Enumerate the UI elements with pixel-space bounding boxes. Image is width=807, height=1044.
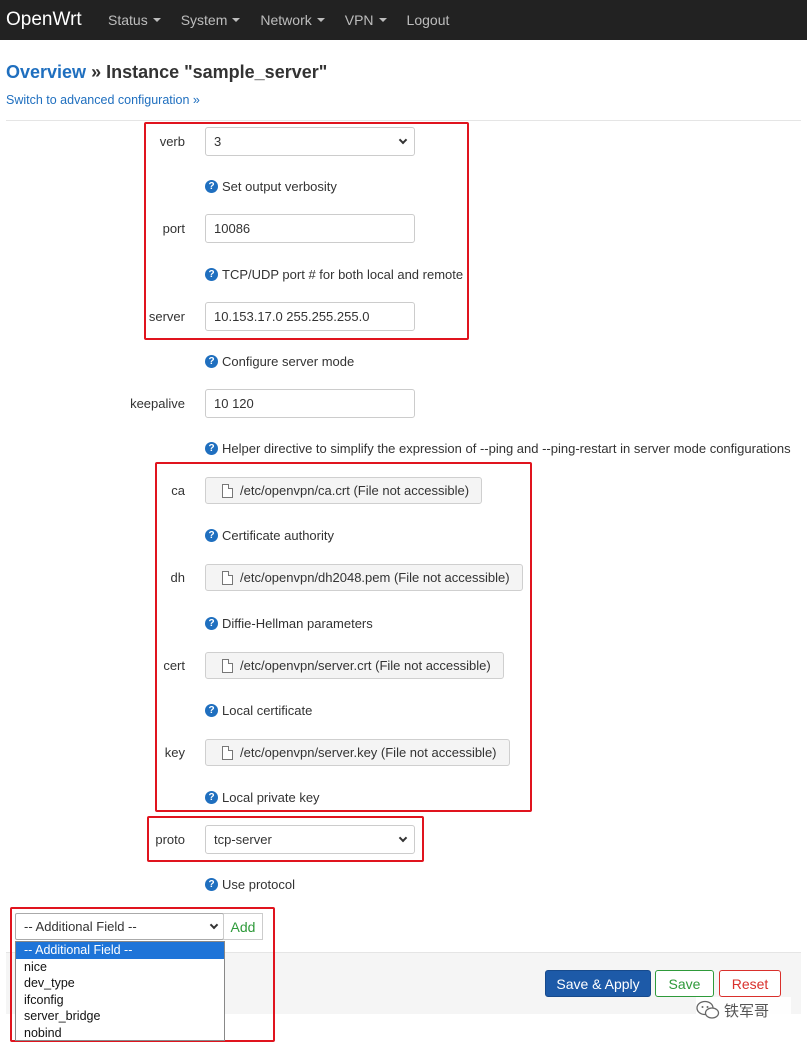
help-icon: ? xyxy=(205,878,218,891)
nav-system-label: System xyxy=(180,12,228,28)
dropdown-option[interactable]: nice xyxy=(16,959,224,976)
caret-down-icon xyxy=(152,18,161,22)
nav-network[interactable]: Network xyxy=(260,12,325,28)
reset-button[interactable]: Reset xyxy=(719,970,781,997)
help-icon: ? xyxy=(205,791,218,804)
cert-help: ? Local certificate xyxy=(205,703,312,718)
cert-file-button[interactable]: /etc/openvpn/server.crt (File not access… xyxy=(205,652,504,679)
nav-status[interactable]: Status xyxy=(108,12,161,28)
divider xyxy=(6,120,801,121)
help-icon: ? xyxy=(205,442,218,455)
keepalive-label: keepalive xyxy=(130,396,185,411)
port-value: 10086 xyxy=(214,221,251,236)
dropdown-option[interactable]: nobind xyxy=(16,1025,224,1042)
proto-help-text: Use protocol xyxy=(222,877,295,892)
keepalive-input[interactable]: 10 120 xyxy=(205,389,415,418)
keepalive-help: ? Helper directive to simplify the expre… xyxy=(205,441,791,456)
cert-file-path: /etc/openvpn/server.crt (File not access… xyxy=(240,658,491,673)
chevron-down-icon xyxy=(398,833,408,842)
dropdown-option[interactable]: -- Additional Field -- xyxy=(16,942,224,959)
dropdown-option[interactable]: server_bridge xyxy=(16,1008,224,1025)
additional-field-select[interactable]: -- Additional Field -- xyxy=(15,913,224,940)
chevron-down-icon xyxy=(398,135,408,144)
verb-select[interactable]: 3 xyxy=(205,127,415,156)
page-title: Overview » Instance "sample_server" xyxy=(6,62,327,83)
watermark: 铁军哥 xyxy=(696,997,791,1023)
breadcrumb-overview-link[interactable]: Overview xyxy=(6,62,86,82)
caret-down-icon xyxy=(232,18,241,22)
caret-down-icon xyxy=(378,18,387,22)
server-help-text: Configure server mode xyxy=(222,354,355,369)
port-input[interactable]: 10086 xyxy=(205,214,415,243)
server-help: ? Configure server mode xyxy=(205,354,354,369)
key-help-text: Local private key xyxy=(222,790,320,805)
advanced-config-link[interactable]: Switch to advanced configuration » xyxy=(6,93,200,107)
help-icon: ? xyxy=(205,180,218,193)
proto-label: proto xyxy=(155,832,185,847)
brand-logo[interactable]: OpenWrt xyxy=(0,9,108,31)
nav-logout[interactable]: Logout xyxy=(407,12,450,28)
dropdown-option[interactable]: dev_type xyxy=(16,975,224,992)
cert-help-text: Local certificate xyxy=(222,703,313,718)
ca-help-text: Certificate authority xyxy=(222,528,334,543)
verb-help-text: Set output verbosity xyxy=(222,179,337,194)
breadcrumb-current: » Instance "sample_server" xyxy=(86,62,328,82)
ca-file-button[interactable]: /etc/openvpn/ca.crt (File not accessible… xyxy=(205,477,483,504)
help-icon: ? xyxy=(205,617,218,630)
key-file-path: /etc/openvpn/server.key (File not access… xyxy=(240,745,497,760)
verb-label: verb xyxy=(159,134,185,149)
caret-down-icon xyxy=(316,18,325,22)
keepalive-value: 10 120 xyxy=(214,396,254,411)
key-help: ? Local private key xyxy=(205,790,320,805)
add-field-button[interactable]: Add xyxy=(223,913,263,940)
help-icon: ? xyxy=(205,355,218,368)
chevron-down-icon xyxy=(209,920,219,929)
nav-vpn[interactable]: VPN xyxy=(345,12,387,28)
nav-network-label: Network xyxy=(260,12,312,28)
nav-system[interactable]: System xyxy=(181,12,241,28)
server-input[interactable]: 10.153.17.0 255.255.255.0 xyxy=(205,302,415,331)
nav-status-label: Status xyxy=(108,12,148,28)
dh-help-text: Diffie-Hellman parameters xyxy=(222,616,373,631)
dh-label: dh xyxy=(170,570,185,585)
additional-field-dropdown: -- Additional Field -- nice dev_type ifc… xyxy=(15,941,225,1041)
server-label: server xyxy=(148,309,185,324)
verb-help: ? Set output verbosity xyxy=(205,179,337,194)
top-navbar: OpenWrt Status System Network VPN Logout xyxy=(0,0,807,40)
file-icon xyxy=(222,745,233,760)
nav-logout-label: Logout xyxy=(406,12,450,28)
server-value: 10.153.17.0 255.255.255.0 xyxy=(214,309,370,324)
ca-help: ? Certificate authority xyxy=(205,528,334,543)
port-help: ? TCP/UDP port # for both local and remo… xyxy=(205,267,463,282)
proto-help: ? Use protocol xyxy=(205,877,295,892)
wechat-icon xyxy=(696,1000,720,1019)
help-icon: ? xyxy=(205,529,218,542)
cert-label: cert xyxy=(163,658,185,673)
dh-file-button[interactable]: /etc/openvpn/dh2048.pem (File not access… xyxy=(205,564,523,591)
port-label: port xyxy=(162,221,185,236)
file-icon xyxy=(222,658,233,673)
file-icon xyxy=(222,570,233,585)
additional-field-value: -- Additional Field -- xyxy=(24,919,137,934)
help-icon: ? xyxy=(205,704,218,717)
proto-select[interactable]: tcp-server xyxy=(205,825,415,854)
dh-file-path: /etc/openvpn/dh2048.pem (File not access… xyxy=(240,570,510,585)
ca-file-path: /etc/openvpn/ca.crt (File not accessible… xyxy=(240,483,470,498)
port-help-text: TCP/UDP port # for both local and remote xyxy=(222,267,464,282)
keepalive-help-text: Helper directive to simplify the express… xyxy=(222,441,791,456)
dropdown-option[interactable]: ifconfig xyxy=(16,992,224,1009)
proto-value: tcp-server xyxy=(214,832,272,847)
file-icon xyxy=(222,483,233,498)
nav-vpn-label: VPN xyxy=(344,12,374,28)
key-file-button[interactable]: /etc/openvpn/server.key (File not access… xyxy=(205,739,510,766)
verb-value: 3 xyxy=(214,134,222,149)
ca-label: ca xyxy=(171,483,185,498)
watermark-text: 铁军哥 xyxy=(724,1002,770,1020)
save-button[interactable]: Save xyxy=(655,970,714,997)
help-icon: ? xyxy=(205,268,218,281)
save-apply-button[interactable]: Save & Apply xyxy=(545,970,651,997)
dh-help: ? Diffie-Hellman parameters xyxy=(205,616,373,631)
key-label: key xyxy=(164,745,185,760)
